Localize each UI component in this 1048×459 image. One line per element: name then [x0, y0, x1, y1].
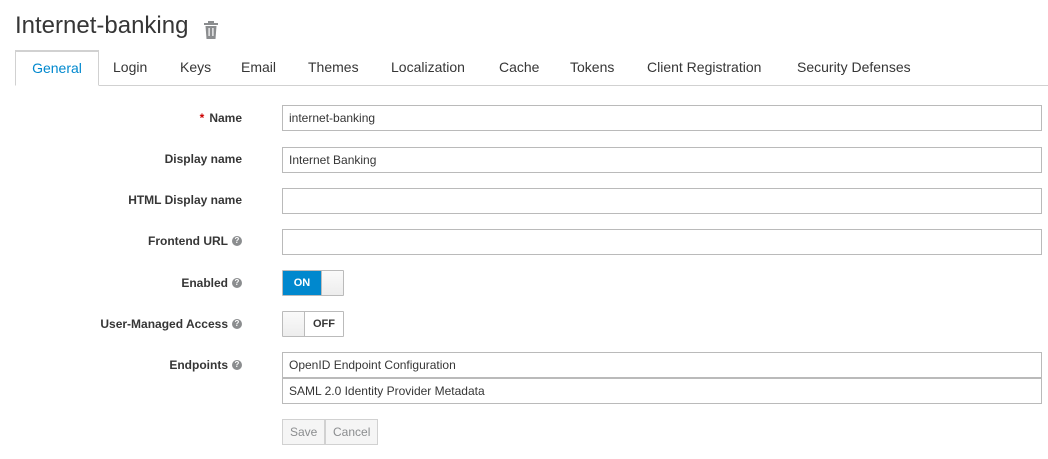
html-display-name-input[interactable] [282, 188, 1042, 214]
frontend-url-label: Frontend URL ? [148, 234, 242, 248]
name-label-text: Name [209, 111, 242, 125]
display-name-label-text: Display name [164, 152, 242, 166]
page-title-text: Internet-banking [15, 12, 189, 39]
toggle-state-on: ON [283, 271, 321, 295]
page-title: Internet-banking [15, 12, 219, 40]
tab-security-defenses[interactable]: Security Defenses [797, 50, 911, 85]
frontend-url-label-text: Frontend URL [148, 234, 228, 248]
help-icon[interactable]: ? [232, 236, 242, 246]
user-managed-access-label: User-Managed Access ? [100, 317, 242, 331]
tab-localization[interactable]: Localization [391, 50, 465, 85]
frontend-url-input[interactable] [282, 229, 1042, 255]
name-label: * Name [200, 111, 242, 125]
user-managed-access-toggle[interactable]: OFF [282, 311, 344, 337]
toggle-knob [321, 271, 343, 295]
tab-themes[interactable]: Themes [308, 50, 359, 85]
help-icon[interactable]: ? [232, 319, 242, 329]
display-name-input[interactable] [282, 147, 1042, 173]
display-name-label: Display name [165, 152, 242, 166]
name-input[interactable] [282, 105, 1042, 131]
toggle-state-off: OFF [304, 312, 343, 336]
tab-client-registration[interactable]: Client Registration [647, 50, 761, 85]
tab-login[interactable]: Login [113, 50, 147, 85]
enabled-label: Enabled ? [181, 276, 242, 290]
html-display-name-label-text: HTML Display name [128, 193, 242, 207]
enabled-label-text: Enabled [181, 276, 228, 290]
enabled-toggle[interactable]: ON [282, 270, 344, 296]
save-button[interactable]: Save [282, 419, 326, 445]
required-marker: * [199, 111, 205, 125]
endpoint-link-saml[interactable]: SAML 2.0 Identity Provider Metadata [282, 378, 1042, 404]
tab-keys[interactable]: Keys [180, 50, 211, 85]
tab-bar: General Login Keys Email Themes Localiza… [15, 50, 1048, 86]
user-managed-access-label-text: User-Managed Access [100, 317, 228, 331]
toggle-knob [283, 312, 304, 336]
html-display-name-label: HTML Display name [128, 193, 242, 207]
help-icon[interactable]: ? [232, 278, 242, 288]
tab-general[interactable]: General [15, 50, 99, 86]
trash-icon[interactable] [203, 18, 219, 39]
endpoint-link-openid[interactable]: OpenID Endpoint Configuration [282, 352, 1042, 378]
tab-tokens[interactable]: Tokens [570, 50, 614, 85]
help-icon[interactable]: ? [232, 360, 242, 370]
cancel-button[interactable]: Cancel [325, 419, 379, 445]
endpoints-label: Endpoints ? [169, 358, 242, 372]
endpoints-label-text: Endpoints [169, 358, 228, 372]
tab-email[interactable]: Email [241, 50, 276, 85]
tab-cache[interactable]: Cache [499, 50, 539, 85]
